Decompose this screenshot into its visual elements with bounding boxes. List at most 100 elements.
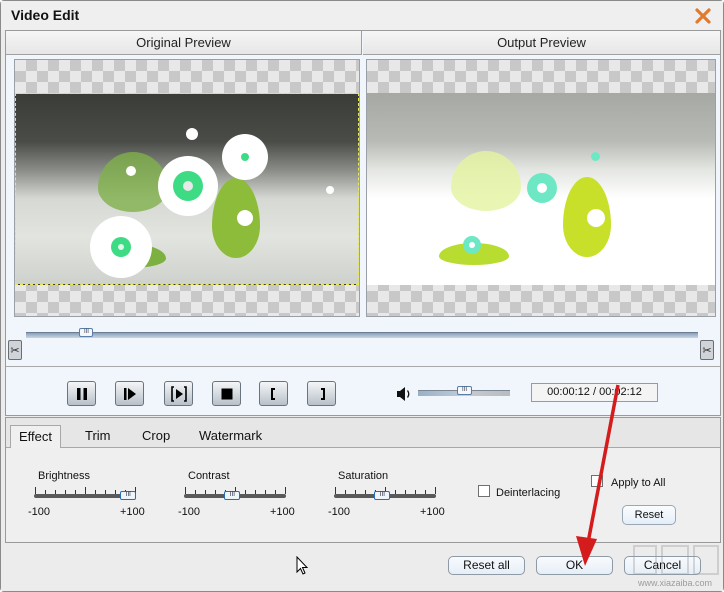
slider-tick — [255, 490, 256, 494]
slider-tick — [415, 490, 416, 494]
set-start-button[interactable] — [259, 381, 288, 406]
bubble — [326, 186, 334, 194]
original-video-frame — [15, 93, 359, 285]
slider-tick — [75, 490, 76, 494]
slider-tick — [435, 487, 436, 494]
slider-max-label: +100 — [270, 506, 295, 518]
dialog-title: Video Edit — [11, 7, 80, 23]
play-segment-button[interactable] — [164, 381, 193, 406]
preview-area: Original Preview Output Preview III ✂ ✂ … — [5, 30, 721, 416]
slider-tick — [355, 490, 356, 494]
trim-end-marker[interactable]: ✂ — [700, 340, 714, 360]
bubble-dot — [241, 153, 249, 161]
close-x-icon — [695, 8, 711, 24]
reset-button[interactable]: Reset — [622, 505, 676, 525]
bubble-dot — [537, 183, 547, 193]
speaker-icon[interactable] — [396, 386, 414, 402]
bubble-dot — [183, 181, 193, 191]
pause-icon — [76, 387, 87, 400]
divider — [6, 366, 720, 367]
reset-all-button[interactable]: Reset all — [448, 556, 525, 575]
timeline-track[interactable] — [26, 332, 698, 338]
saturation-slider-thumb[interactable]: III — [374, 491, 391, 500]
slider-max-label: +100 — [420, 506, 445, 518]
slider-tick — [115, 490, 116, 494]
slider-min-label: -100 — [178, 506, 201, 518]
stop-icon — [221, 388, 232, 399]
slider-tick — [55, 490, 56, 494]
bubble — [587, 209, 605, 227]
cancel-button[interactable]: Cancel — [624, 556, 701, 575]
contrast-slider-thumb[interactable]: III — [224, 491, 241, 500]
slider-tick — [265, 490, 266, 494]
slider-min-label: -100 — [28, 506, 51, 518]
output-preview-header: Output Preview — [363, 31, 720, 55]
set-end-button[interactable] — [307, 381, 336, 406]
timeline-thumb[interactable]: III — [79, 328, 94, 337]
slider-tick — [285, 487, 286, 494]
slider-tick — [345, 490, 346, 494]
tab-crop[interactable]: Crop — [134, 425, 178, 448]
slider-tick — [195, 490, 196, 494]
slider-tick — [215, 490, 216, 494]
close-button[interactable] — [693, 6, 713, 26]
slider-tick — [245, 490, 246, 494]
mint-leaf — [451, 151, 521, 211]
slider-max-label: +100 — [120, 506, 145, 518]
slider-tick — [405, 490, 406, 494]
step-play-icon — [123, 387, 136, 400]
settings-panel: Effect Trim Crop Watermark Brightness III… — [5, 417, 721, 543]
tab-trim[interactable]: Trim — [77, 425, 119, 448]
stop-button[interactable] — [212, 381, 241, 406]
deinterlacing-checkbox[interactable] — [478, 485, 490, 497]
output-video-frame — [367, 93, 715, 285]
scissors-icon: ✂ — [702, 345, 712, 357]
ok-button[interactable]: OK — [536, 556, 613, 575]
bubble — [186, 128, 198, 140]
output-preview — [366, 59, 716, 317]
bracket-play-icon — [170, 385, 187, 402]
slider-label-saturation: Saturation — [338, 470, 389, 482]
pause-button[interactable] — [67, 381, 96, 406]
slider-tick — [185, 487, 186, 494]
slider-tick — [95, 490, 96, 494]
video-edit-dialog: Video Edit Original Preview Output Previ… — [0, 0, 724, 592]
slider-tick — [395, 490, 396, 494]
bubble — [237, 210, 253, 226]
bubble — [126, 166, 136, 176]
tab-bar: Effect Trim Crop Watermark — [6, 418, 720, 449]
slider-tick — [35, 487, 36, 494]
play-next-frame-button[interactable] — [115, 381, 144, 406]
tab-effect[interactable]: Effect — [10, 425, 62, 449]
original-preview-header: Original Preview — [6, 31, 362, 55]
bubble-dot — [469, 242, 475, 248]
right-bracket-icon — [320, 387, 325, 400]
scissors-icon: ✂ — [10, 345, 20, 357]
left-bracket-icon — [270, 387, 275, 400]
bubble-dot — [591, 152, 600, 161]
volume-slider-thumb[interactable]: III — [457, 386, 472, 395]
slider-tick — [45, 490, 46, 494]
title-bar: Video Edit — [1, 1, 723, 30]
slider-tick — [365, 490, 366, 494]
original-preview — [14, 59, 360, 317]
slider-tick — [105, 490, 106, 494]
mouse-cursor-icon — [296, 556, 309, 575]
slider-tick — [335, 487, 336, 494]
bubble-dot — [118, 244, 124, 250]
tab-watermark[interactable]: Watermark — [191, 425, 270, 448]
trim-start-marker[interactable]: ✂ — [8, 340, 22, 360]
slider-min-label: -100 — [328, 506, 351, 518]
deinterlacing-label: Deinterlacing — [496, 487, 561, 499]
slider-tick — [85, 487, 86, 494]
slider-label-contrast: Contrast — [188, 470, 230, 482]
time-display: 00:00:12 / 00:02:12 — [531, 383, 658, 402]
slider-tick — [65, 490, 66, 494]
slider-tick — [275, 490, 276, 494]
effect-tab-body: Brightness III -100 +100 Contrast III -100 +100… — [6, 448, 720, 542]
slider-tick — [425, 490, 426, 494]
slider-tick — [205, 490, 206, 494]
apply-to-all-checkbox[interactable] — [591, 475, 603, 487]
slider-label-brightness: Brightness — [38, 470, 90, 482]
brightness-slider-thumb[interactable]: III — [120, 491, 137, 500]
